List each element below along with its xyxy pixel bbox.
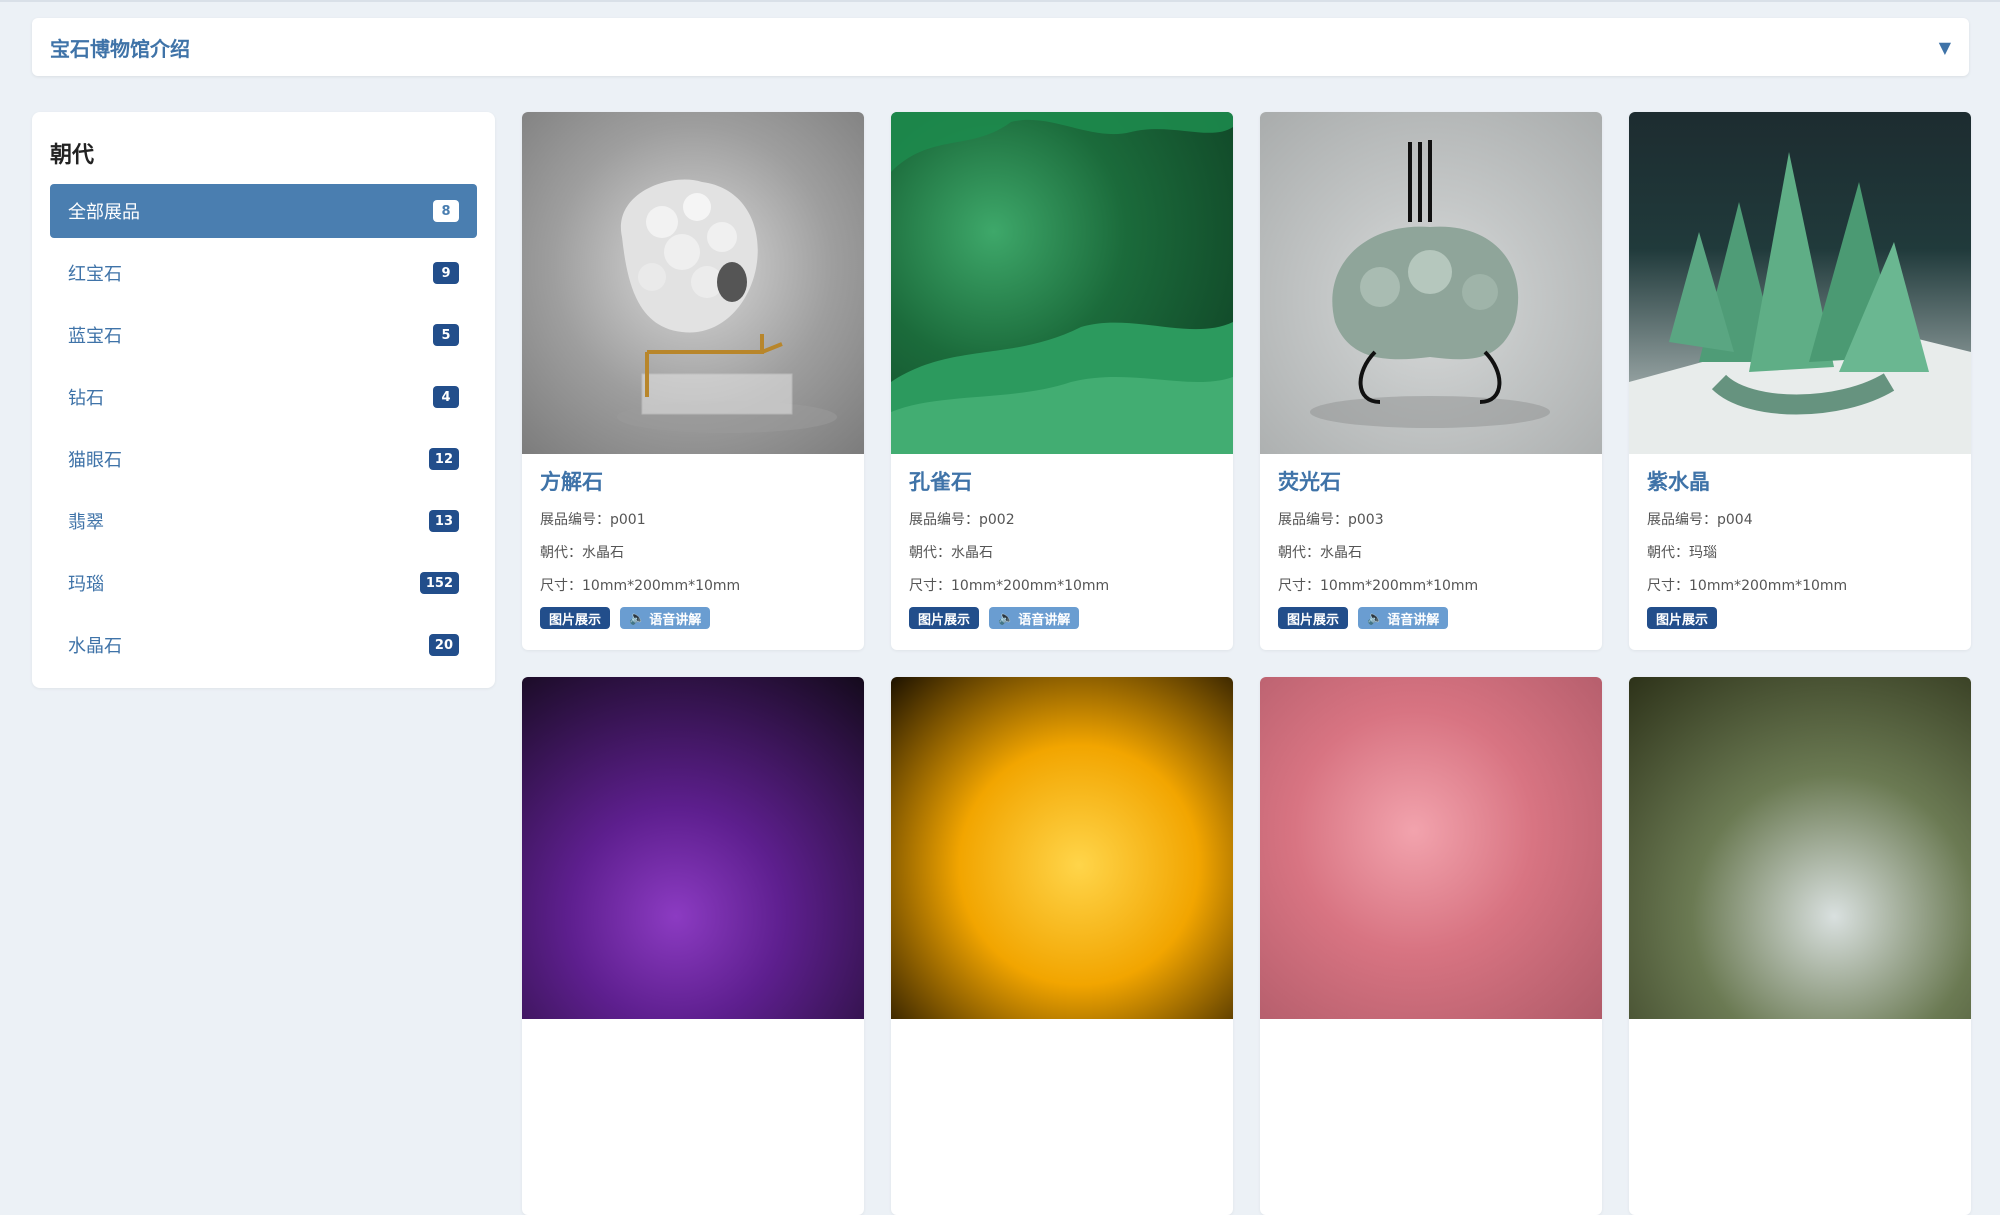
count-badge: 152 xyxy=(419,572,459,594)
top-divider xyxy=(0,0,2000,2)
count-badge: 8 xyxy=(433,200,459,222)
exhibit-image[interactable] xyxy=(522,112,864,454)
exhibit-dynasty: 朝代：水晶石 xyxy=(909,545,993,561)
exhibit-image[interactable] xyxy=(1260,112,1602,454)
count-badge: 4 xyxy=(433,386,459,408)
category-sidebar: 朝代 全部展品 8 红宝石 9 蓝宝石 5 钻石 4 猫眼石 12 翡翠 13 … xyxy=(32,112,495,688)
audio-guide-label: 语音讲解 xyxy=(649,612,702,628)
exhibit-id: 展品编号：p004 xyxy=(1647,512,1753,528)
green-quartz-illustration xyxy=(1629,152,1971,454)
exhibit-image[interactable] xyxy=(1629,677,1971,1019)
category-list: 全部展品 8 红宝石 9 蓝宝石 5 钻石 4 猫眼石 12 翡翠 13 玛瑙 … xyxy=(50,184,477,672)
exhibit-card[interactable] xyxy=(891,677,1233,1215)
category-label: 玛瑙 xyxy=(68,574,104,595)
category-label: 水晶石 xyxy=(68,636,122,657)
category-label: 全部展品 xyxy=(68,202,140,223)
exhibit-size: 尺寸：10mm*200mm*10mm xyxy=(1278,578,1479,594)
category-item-diamond[interactable]: 钻石 4 xyxy=(50,370,477,424)
exhibit-card[interactable]: 孔雀石 展品编号：p002 朝代：水晶石 尺寸：10mm*200mm*10mm … xyxy=(891,112,1233,650)
exhibit-name: 紫水晶 xyxy=(1647,470,1710,494)
exhibit-id: 展品编号：p002 xyxy=(909,512,1015,528)
exhibit-id: 展品编号：p001 xyxy=(540,512,646,528)
category-item-cats-eye[interactable]: 猫眼石 12 xyxy=(50,432,477,486)
category-item-sapphire[interactable]: 蓝宝石 5 xyxy=(50,308,477,362)
category-label: 钻石 xyxy=(68,388,104,409)
count-badge: 12 xyxy=(428,448,459,470)
exhibit-dynasty: 朝代：玛瑙 xyxy=(1647,545,1717,561)
exhibit-card[interactable]: 方解石 展品编号：p001 朝代：水晶石 尺寸：10mm*200mm*10mm … xyxy=(522,112,864,650)
sidebar-heading: 朝代 xyxy=(50,143,95,168)
exhibit-name: 方解石 xyxy=(540,470,603,494)
exhibit-card[interactable]: 荧光石 展品编号：p003 朝代：水晶石 尺寸：10mm*200mm*10mm … xyxy=(1260,112,1602,650)
exhibit-card[interactable] xyxy=(1629,677,1971,1215)
category-item-crystal[interactable]: 水晶石 20 xyxy=(50,618,477,672)
malachite-illustration xyxy=(891,112,1233,454)
exhibit-id: 展品编号：p003 xyxy=(1278,512,1384,528)
fluorite-illustration xyxy=(1310,140,1550,428)
audio-guide-label: 语音讲解 xyxy=(1387,612,1440,628)
museum-intro-accordion[interactable]: 宝石博物馆介绍 ▼ xyxy=(32,18,1969,76)
exhibit-name: 荧光石 xyxy=(1278,470,1341,494)
exhibit-image[interactable] xyxy=(891,677,1233,1019)
exhibit-image[interactable] xyxy=(891,112,1233,454)
category-item-agate[interactable]: 玛瑙 152 xyxy=(50,556,477,610)
category-item-ruby[interactable]: 红宝石 9 xyxy=(50,246,477,300)
exhibit-dynasty: 朝代：水晶石 xyxy=(1278,545,1362,561)
audio-guide-label: 语音讲解 xyxy=(1018,612,1071,628)
exhibit-card[interactable] xyxy=(522,677,864,1215)
count-badge: 20 xyxy=(428,634,459,656)
audio-guide-button[interactable]: 🔈 语音讲解 xyxy=(989,607,1080,629)
chevron-down-icon[interactable]: ▼ xyxy=(1939,38,1951,57)
exhibit-image[interactable] xyxy=(1629,112,1971,454)
count-badge: 5 xyxy=(433,324,459,346)
category-item-jade[interactable]: 翡翠 13 xyxy=(50,494,477,548)
category-item-all[interactable]: 全部展品 8 xyxy=(50,184,477,238)
exhibit-card[interactable]: 紫水晶 展品编号：p004 朝代：玛瑙 尺寸：10mm*200mm*10mm 图… xyxy=(1629,112,1971,650)
category-label: 蓝宝石 xyxy=(68,326,122,347)
exhibit-size: 尺寸：10mm*200mm*10mm xyxy=(1647,578,1848,594)
exhibit-size: 尺寸：10mm*200mm*10mm xyxy=(540,578,741,594)
exhibit-grid: 方解石 展品编号：p001 朝代：水晶石 尺寸：10mm*200mm*10mm … xyxy=(522,112,1971,1215)
exhibit-image[interactable] xyxy=(522,677,864,1019)
image-gallery-button[interactable]: 图片展示 xyxy=(540,607,611,629)
speaker-icon: 🔈 xyxy=(998,610,1015,626)
count-badge: 13 xyxy=(428,510,459,532)
exhibit-dynasty: 朝代：水晶石 xyxy=(540,545,624,561)
count-badge: 9 xyxy=(433,262,459,284)
calcite-illustration xyxy=(617,179,837,433)
exhibit-name: 孔雀石 xyxy=(909,470,972,494)
audio-guide-button[interactable]: 🔈 语音讲解 xyxy=(1358,607,1449,629)
image-gallery-button[interactable]: 图片展示 xyxy=(909,607,980,629)
exhibit-size: 尺寸：10mm*200mm*10mm xyxy=(909,578,1110,594)
category-label: 翡翠 xyxy=(68,512,104,533)
category-label: 猫眼石 xyxy=(68,450,122,471)
image-gallery-button[interactable]: 图片展示 xyxy=(1647,607,1718,629)
speaker-icon: 🔈 xyxy=(629,610,646,626)
audio-guide-button[interactable]: 🔈 语音讲解 xyxy=(620,607,711,629)
image-gallery-button[interactable]: 图片展示 xyxy=(1278,607,1349,629)
accordion-title: 宝石博物馆介绍 xyxy=(50,36,190,61)
category-label: 红宝石 xyxy=(68,264,122,285)
exhibit-image[interactable] xyxy=(1260,677,1602,1019)
speaker-icon: 🔈 xyxy=(1367,610,1384,626)
exhibit-card[interactable] xyxy=(1260,677,1602,1215)
